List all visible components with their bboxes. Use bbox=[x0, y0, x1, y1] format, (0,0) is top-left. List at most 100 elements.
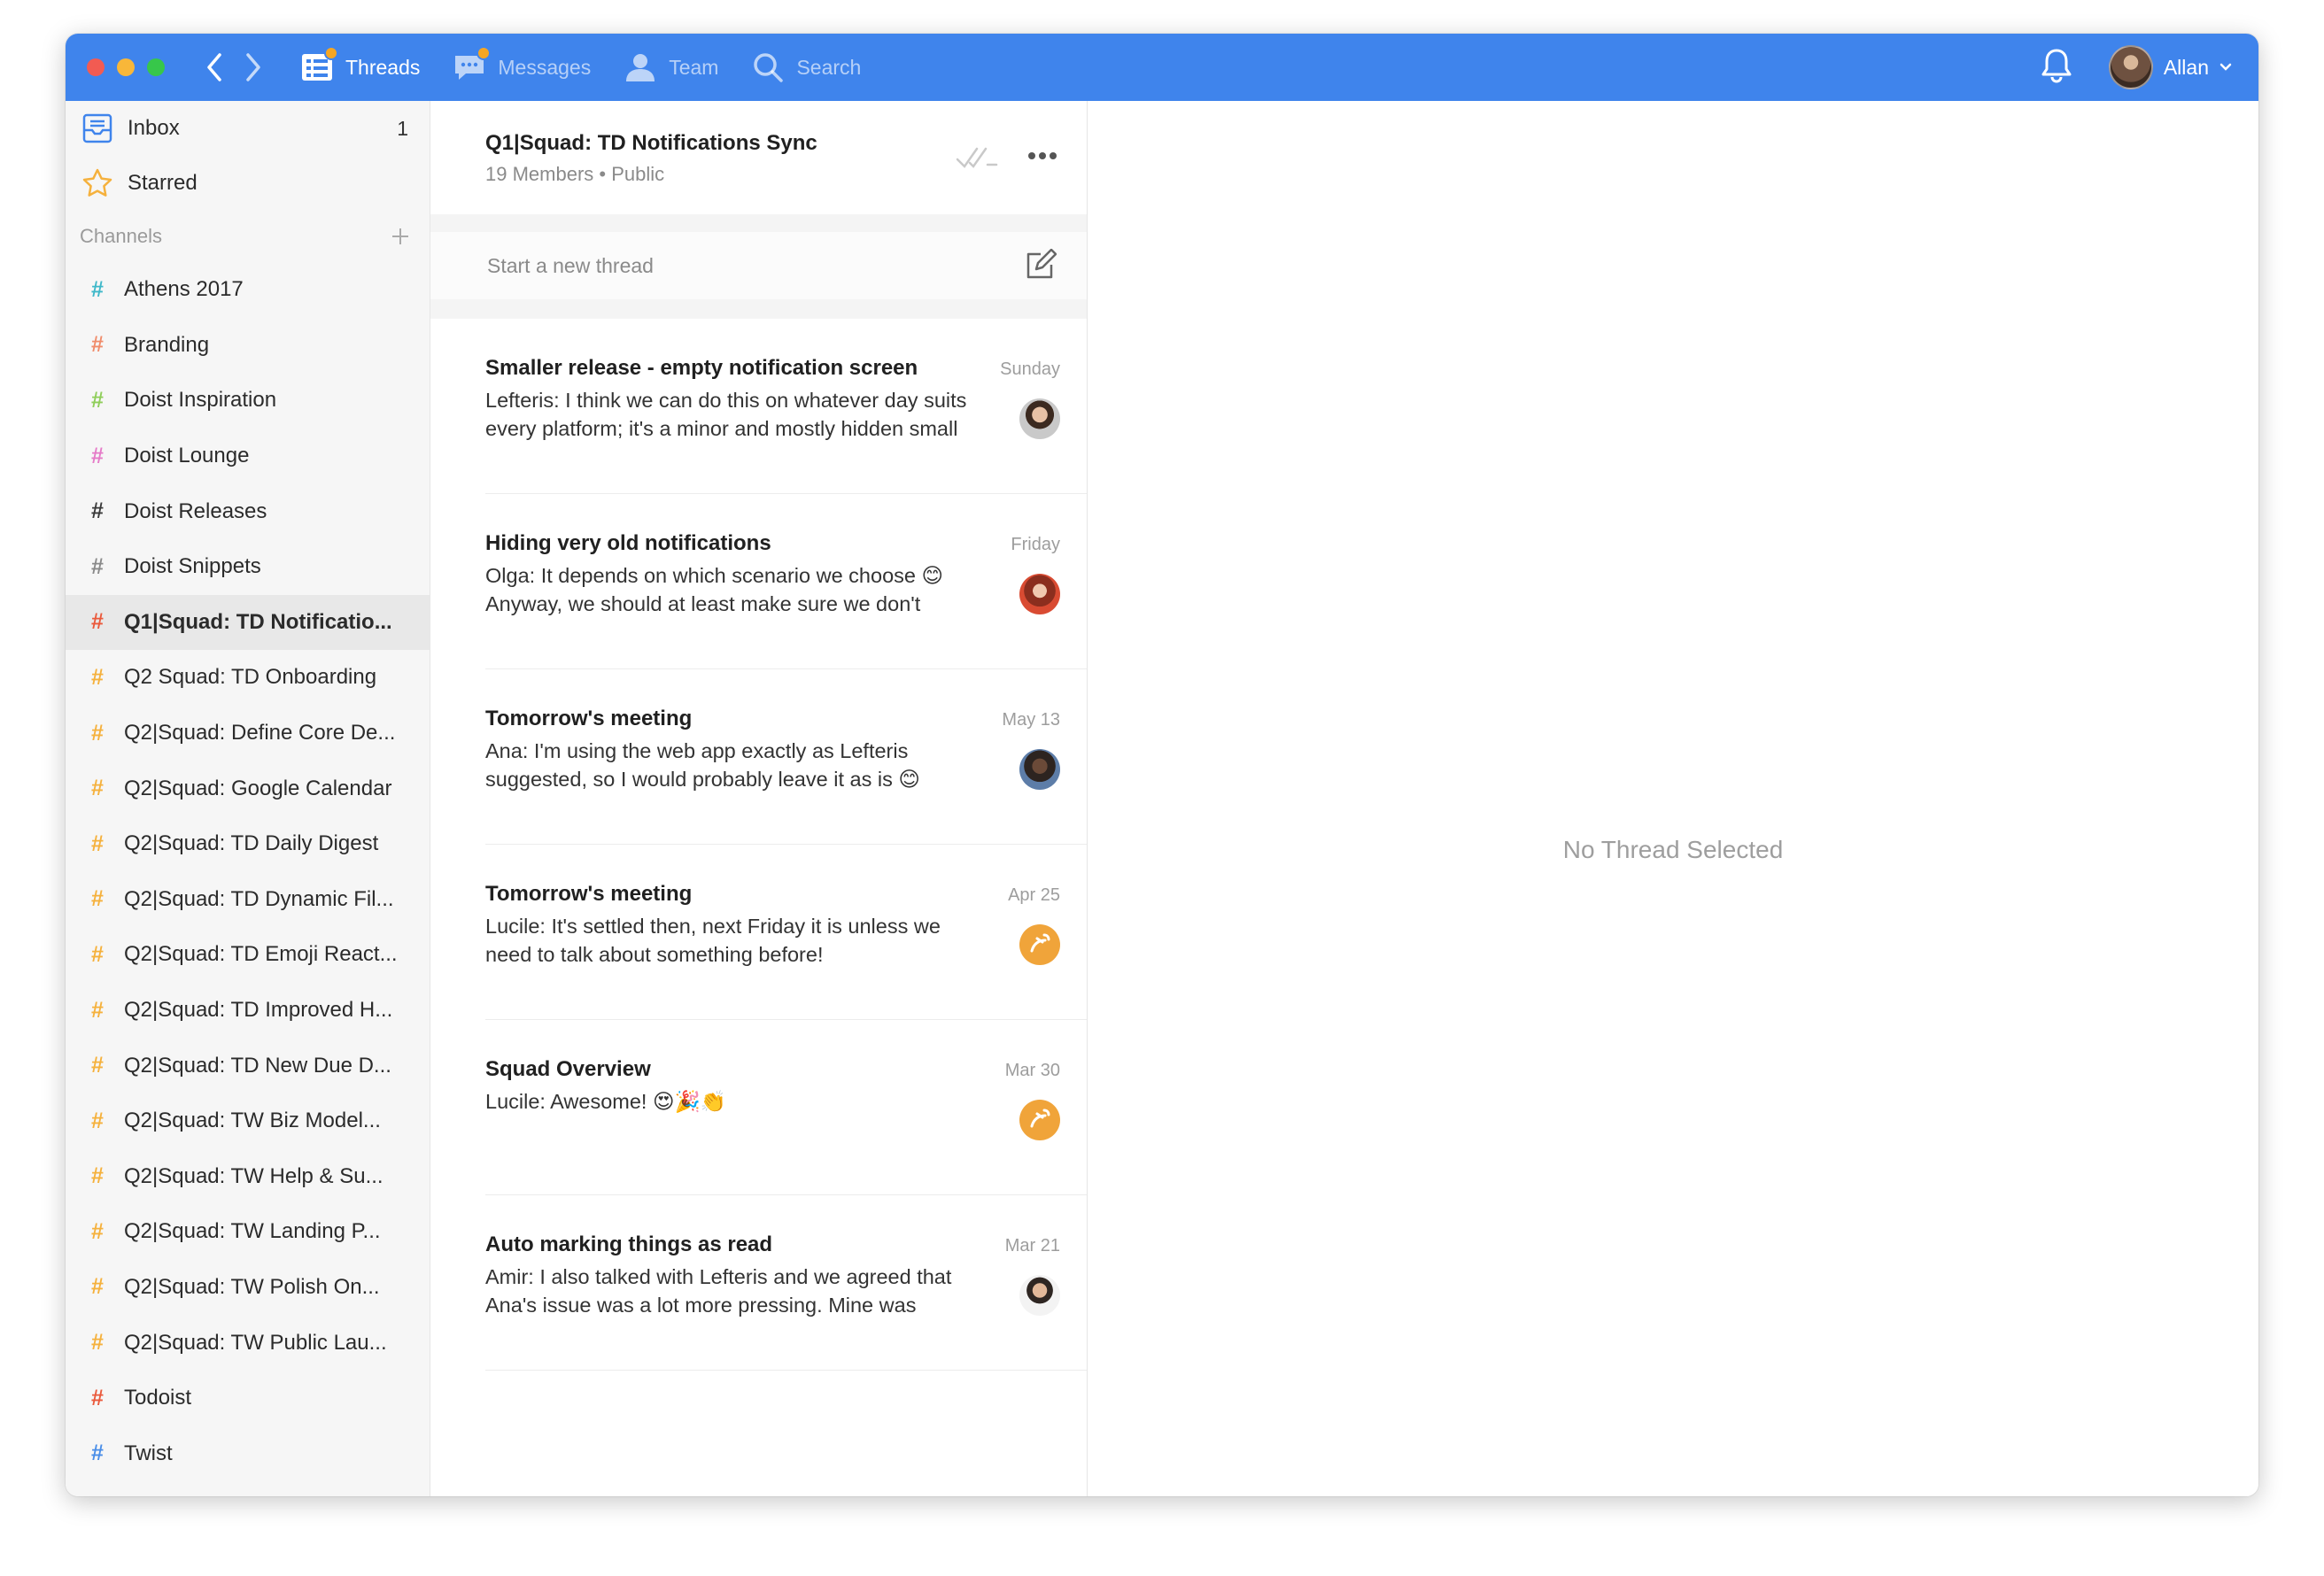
sidebar-item-channel[interactable]: # Q2 Squad: TD Onboarding bbox=[66, 650, 430, 706]
top-bar: Threads Messages Team Search Allan bbox=[66, 34, 2258, 101]
sidebar-item-channel[interactable]: # Doist Inspiration bbox=[66, 373, 430, 429]
channel-name: Q2|Squad: TD Improved H... bbox=[124, 998, 393, 1023]
sidebar-item-channel[interactable]: # Branding bbox=[66, 318, 430, 374]
hash-icon: # bbox=[91, 1330, 104, 1356]
avatar bbox=[1019, 924, 1060, 965]
back-button[interactable] bbox=[195, 34, 234, 101]
thread-date: Friday bbox=[1011, 535, 1060, 554]
list-item[interactable]: Auto marking things as read Mar 21 Amir: I… bbox=[485, 1195, 1087, 1371]
sidebar-item-channel[interactable]: # Todoist bbox=[66, 1371, 430, 1426]
tab-team[interactable]: Team bbox=[623, 34, 718, 101]
channel-name: Q2|Squad: TD Dynamic Fil... bbox=[124, 886, 394, 911]
thread-snippet: Lucile: Awesome! 😍🎉👏 bbox=[485, 1087, 1008, 1116]
tab-threads-label: Threads bbox=[345, 55, 421, 79]
avatar bbox=[1019, 1275, 1060, 1316]
divider bbox=[430, 299, 1087, 319]
minimize-window-button[interactable] bbox=[117, 58, 135, 76]
tab-threads[interactable]: Threads bbox=[299, 34, 420, 101]
hash-icon: # bbox=[91, 1218, 104, 1244]
more-options-button[interactable] bbox=[1026, 151, 1058, 161]
hash-icon: # bbox=[91, 720, 104, 746]
notifications-button[interactable] bbox=[2040, 47, 2073, 89]
sidebar-item-channel[interactable]: # Q2|Squad: TD Daily Digest bbox=[66, 816, 430, 872]
list-item[interactable]: Tomorrow's meeting Apr 25 Lucile: It's set… bbox=[485, 845, 1087, 1020]
thread-title: Hiding very old notifications bbox=[485, 531, 771, 555]
hash-icon: # bbox=[91, 1385, 104, 1410]
sidebar-item-channel[interactable]: # Q2|Squad: TW Public Lau... bbox=[66, 1315, 430, 1371]
sidebar: Inbox 1 Starred Channels # Athens 2017 # Br… bbox=[66, 101, 430, 1496]
thread-title: Smaller release - empty notification scr… bbox=[485, 356, 918, 380]
thread-snippet: Olga: It depends on which scenario we ch… bbox=[485, 561, 1008, 618]
sidebar-item-channel[interactable]: # Q2|Squad: Define Core De... bbox=[66, 706, 430, 761]
sidebar-item-channel[interactable]: # Doist Lounge bbox=[66, 429, 430, 484]
channel-name: Q2|Squad: Define Core De... bbox=[124, 721, 396, 746]
chevron-right-icon bbox=[246, 53, 260, 81]
thread-snippet-line: Olga: It depends on which scenario we ch… bbox=[485, 564, 943, 587]
list-item[interactable]: Tomorrow's meeting May 13 Ana: I'm using t… bbox=[485, 669, 1087, 845]
sidebar-item-channel[interactable]: # Q2|Squad: TD Improved H... bbox=[66, 983, 430, 1039]
close-window-button[interactable] bbox=[87, 58, 105, 76]
new-thread-input[interactable]: Start a new thread bbox=[430, 232, 1087, 299]
messages-icon bbox=[452, 46, 492, 85]
sidebar-item-channel[interactable]: # Twist bbox=[66, 1425, 430, 1481]
forward-button[interactable] bbox=[234, 34, 273, 101]
channel-name: Q1|Squad: TD Notificatio... bbox=[124, 609, 392, 634]
list-item[interactable]: Hiding very old notifications Friday Olga:… bbox=[485, 494, 1087, 669]
thread-date: Mar 21 bbox=[1004, 1236, 1060, 1255]
thread-snippet-line: Lucile: It's settled then, next Friday i… bbox=[485, 915, 941, 938]
add-channel-button[interactable] bbox=[391, 227, 410, 246]
hash-icon: # bbox=[91, 1108, 104, 1133]
user-name: Allan bbox=[2163, 55, 2209, 79]
sidebar-item-inbox[interactable]: Inbox 1 bbox=[66, 101, 430, 156]
channels-header: Channels bbox=[66, 211, 430, 262]
channel-name: Q2|Squad: TW Biz Model... bbox=[124, 1109, 381, 1133]
thread-snippet-line: suggested, so I would probably leave it … bbox=[485, 768, 920, 791]
sidebar-item-channel[interactable]: # Q1|Squad: TD Notificatio... bbox=[66, 594, 430, 651]
sidebar-item-channel[interactable]: # Q2|Squad: TD Dynamic Fil... bbox=[66, 872, 430, 928]
threads-icon bbox=[299, 46, 338, 85]
mark-all-read-button[interactable] bbox=[956, 143, 998, 170]
hash-icon: # bbox=[91, 830, 104, 856]
messages-unread-badge bbox=[476, 46, 492, 60]
channel-name: Q2|Squad: TD New Due D... bbox=[124, 1053, 391, 1078]
thread-detail-pane: No Thread Selected bbox=[1088, 101, 2258, 1496]
sidebar-item-channel[interactable]: # Q2|Squad: TW Polish On... bbox=[66, 1260, 430, 1316]
sidebar-item-channel[interactable]: # Doist Releases bbox=[66, 483, 430, 539]
sidebar-item-channel[interactable]: # Q2|Squad: Google Calendar bbox=[66, 761, 430, 816]
list-item[interactable]: Smaller release - empty notification scr… bbox=[485, 319, 1087, 494]
channel-name: Twist bbox=[124, 1441, 173, 1465]
compose-icon[interactable] bbox=[1023, 249, 1057, 282]
user-menu[interactable]: Allan bbox=[2108, 45, 2232, 89]
tab-messages[interactable]: Messages bbox=[452, 34, 591, 101]
sidebar-item-channel[interactable]: # Q2|Squad: TW Landing P... bbox=[66, 1204, 430, 1260]
channel-name: Doist Inspiration bbox=[124, 388, 277, 413]
hash-icon: # bbox=[91, 498, 104, 524]
hash-icon: # bbox=[91, 332, 104, 358]
thread-list: Smaller release - empty notification scr… bbox=[430, 319, 1087, 1371]
channel-name: Doist Releases bbox=[124, 498, 267, 523]
sidebar-item-channel[interactable]: # Doist Snippets bbox=[66, 539, 430, 595]
bell-icon bbox=[2041, 49, 2072, 82]
tab-search[interactable]: Search bbox=[750, 34, 861, 101]
sidebar-item-channel[interactable]: # Q2|Squad: TD New Due D... bbox=[66, 1038, 430, 1093]
channel-name: Q2|Squad: TW Polish On... bbox=[124, 1274, 380, 1299]
list-item[interactable]: Squad Overview Mar 30 Lucile: Awesome! 😍🎉👏 bbox=[485, 1020, 1087, 1195]
zoom-window-button[interactable] bbox=[147, 58, 165, 76]
tab-search-label: Search bbox=[796, 55, 862, 79]
hash-icon: # bbox=[91, 664, 104, 690]
channel-name: Q2 Squad: TD Onboarding bbox=[124, 665, 377, 690]
thread-snippet: Lefteris: I think we can do this on what… bbox=[485, 386, 1008, 443]
thread-snippet-line: Ana's issue was a lot more pressing. Min… bbox=[485, 1294, 917, 1317]
divider bbox=[430, 214, 1087, 232]
sidebar-item-channel[interactable]: # Q2|Squad: TD Emoji React... bbox=[66, 927, 430, 983]
new-thread-placeholder: Start a new thread bbox=[487, 253, 654, 277]
sidebar-item-starred[interactable]: Starred bbox=[66, 156, 430, 211]
hash-icon: # bbox=[91, 443, 104, 468]
avatar bbox=[2108, 45, 2153, 89]
thread-snippet-line: Ana: I'm using the web app exactly as Le… bbox=[485, 739, 909, 762]
sidebar-item-channel[interactable]: # Q2|Squad: TW Biz Model... bbox=[66, 1093, 430, 1149]
channel-name: Q2|Squad: TW Public Lau... bbox=[124, 1330, 387, 1355]
sidebar-item-channel[interactable]: # Q2|Squad: TW Help & Su... bbox=[66, 1149, 430, 1205]
channel-name: Branding bbox=[124, 332, 210, 357]
sidebar-item-channel[interactable]: # Athens 2017 bbox=[66, 262, 430, 318]
